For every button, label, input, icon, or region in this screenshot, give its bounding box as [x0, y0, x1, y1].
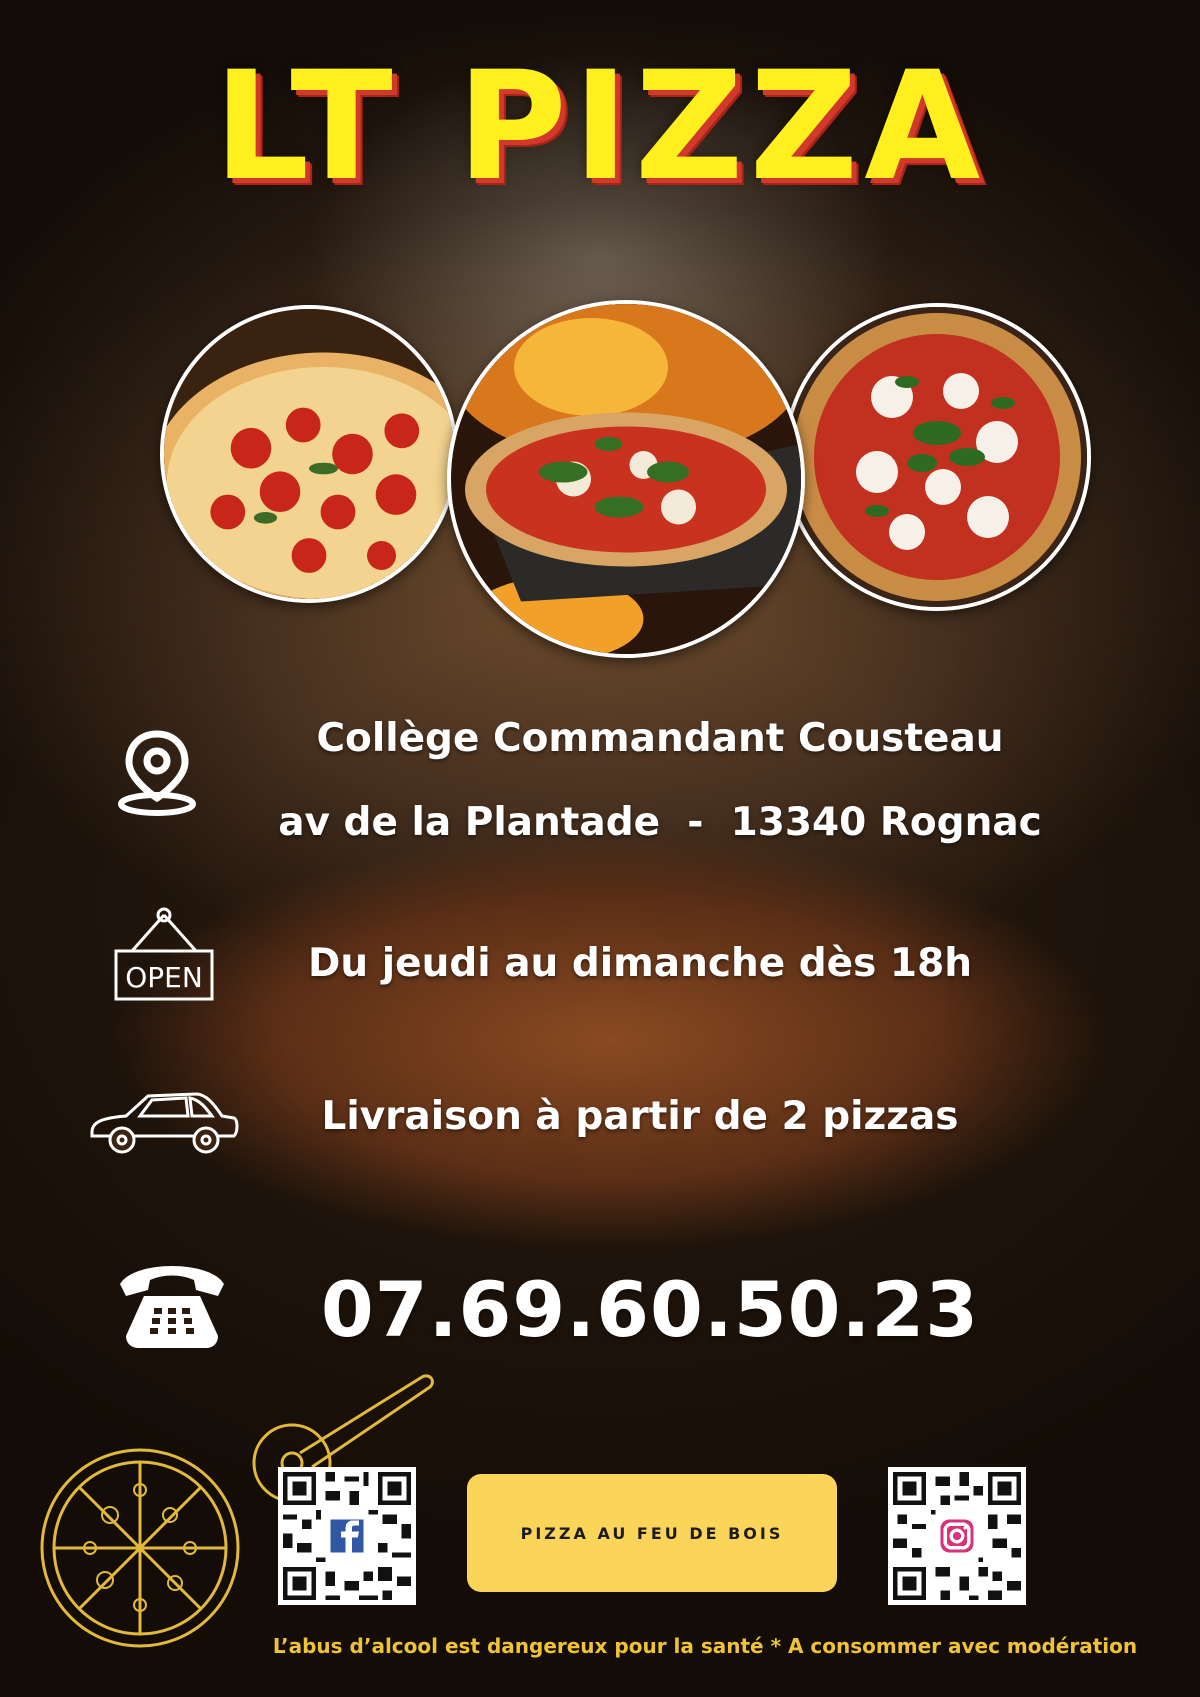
instagram-qr-code[interactable]: [888, 1467, 1026, 1605]
delivery-info: Livraison à partir de 2 pizzas: [321, 1094, 959, 1139]
phone-number: 07.69.60.50.23: [320, 1265, 980, 1354]
page-title: LT PIZZA: [213, 40, 987, 214]
address-line-1: Collège Commandant Cousteau: [316, 716, 1004, 761]
telephone-icon: [114, 1254, 230, 1352]
pizza-photo-margherita: [783, 303, 1091, 611]
alcohol-disclaimer: L’abus d’alcool est dangereux pour la sa…: [272, 1634, 1138, 1658]
facebook-qr-code[interactable]: [278, 1467, 416, 1605]
opening-hours: Du jeudi au dimanche dès 18h: [308, 941, 972, 986]
pizza-photo-wood-fire-oven: [447, 300, 805, 658]
pizza-photo-cherry-tomato: [160, 305, 458, 603]
address-line-2: av de la Plantade - 13340 Rognac: [278, 800, 1042, 845]
wood-fire-badge: PIZZA AU FEU DE BOIS: [467, 1474, 837, 1592]
location-pin-icon: [112, 728, 202, 818]
